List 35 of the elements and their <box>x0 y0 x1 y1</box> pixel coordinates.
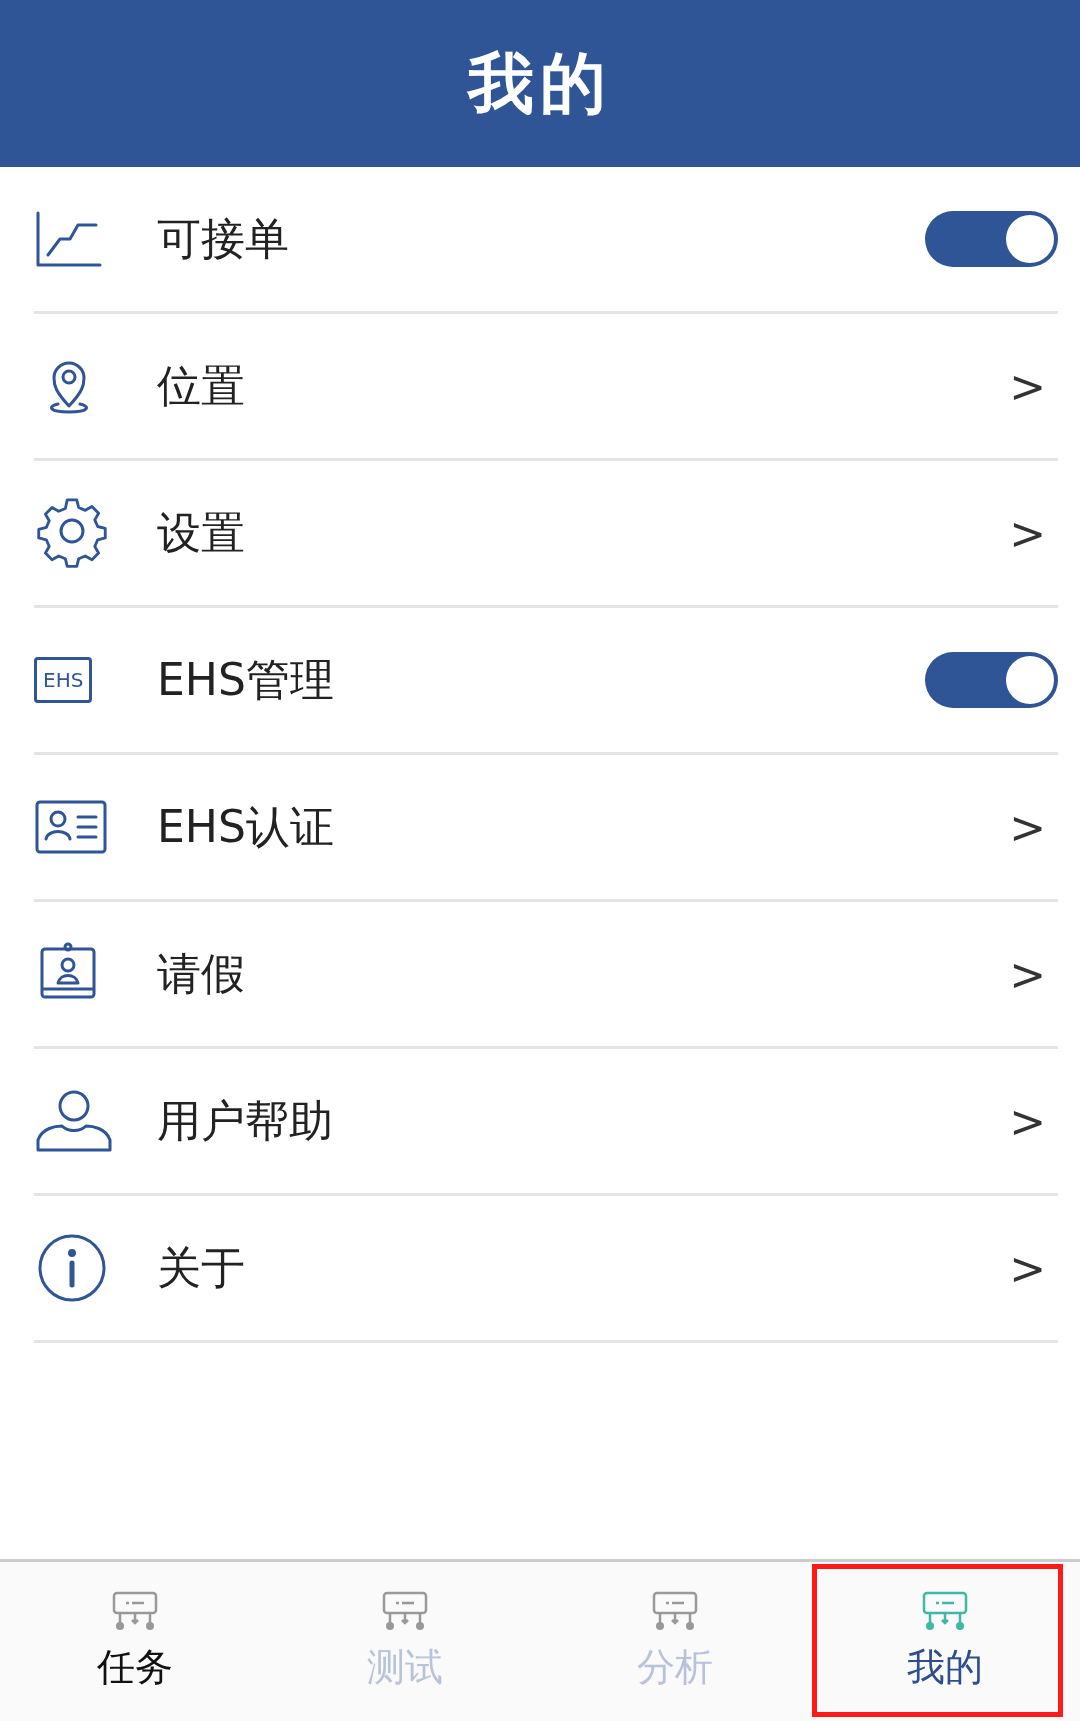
chevron-button[interactable]: > <box>997 507 1058 559</box>
menu-label: 可接单 <box>157 211 290 266</box>
chevron-button[interactable]: > <box>997 1095 1058 1147</box>
device-icon <box>650 1590 700 1632</box>
menu-label: 位置 <box>157 358 246 413</box>
user-icon <box>34 1088 114 1154</box>
menu-item[interactable]: 设置 > <box>34 461 1058 608</box>
tab[interactable]: 任务 <box>0 1562 270 1721</box>
toggle-switch[interactable] <box>925 211 1058 267</box>
ehs-icon: EHS <box>34 657 93 703</box>
line-chart-icon <box>34 209 104 269</box>
menu-item[interactable]: 请假 > <box>34 902 1058 1049</box>
tab[interactable]: 我的 <box>810 1562 1080 1721</box>
chevron-button[interactable]: > <box>997 360 1058 412</box>
menu-item[interactable]: 用户帮助 > <box>34 1049 1058 1196</box>
device-icon <box>380 1590 430 1632</box>
menu-label: EHS管理 <box>157 652 335 707</box>
chevron-button[interactable]: > <box>997 801 1058 853</box>
menu-label: EHS认证 <box>157 799 335 854</box>
chevron-button[interactable]: > <box>997 1242 1058 1294</box>
toggle-switch[interactable] <box>925 652 1058 708</box>
menu-label: 设置 <box>157 505 246 560</box>
menu-label: 用户帮助 <box>157 1093 334 1148</box>
menu-item[interactable]: 位置 > <box>34 314 1058 461</box>
id-card-icon <box>34 799 108 855</box>
menu-item[interactable]: 可接单 <box>34 167 1058 314</box>
chevron-button[interactable]: > <box>997 948 1058 1000</box>
device-icon <box>110 1590 160 1632</box>
page-title: 我的 <box>468 43 612 124</box>
menu-item[interactable]: EHS EHS管理 <box>34 608 1058 755</box>
menu-label: 请假 <box>157 946 246 1001</box>
menu-label: 关于 <box>157 1240 246 1295</box>
menu-item[interactable]: EHS认证 > <box>34 755 1058 902</box>
device-icon <box>920 1590 970 1632</box>
menu-item[interactable]: 关于 > <box>34 1196 1058 1343</box>
